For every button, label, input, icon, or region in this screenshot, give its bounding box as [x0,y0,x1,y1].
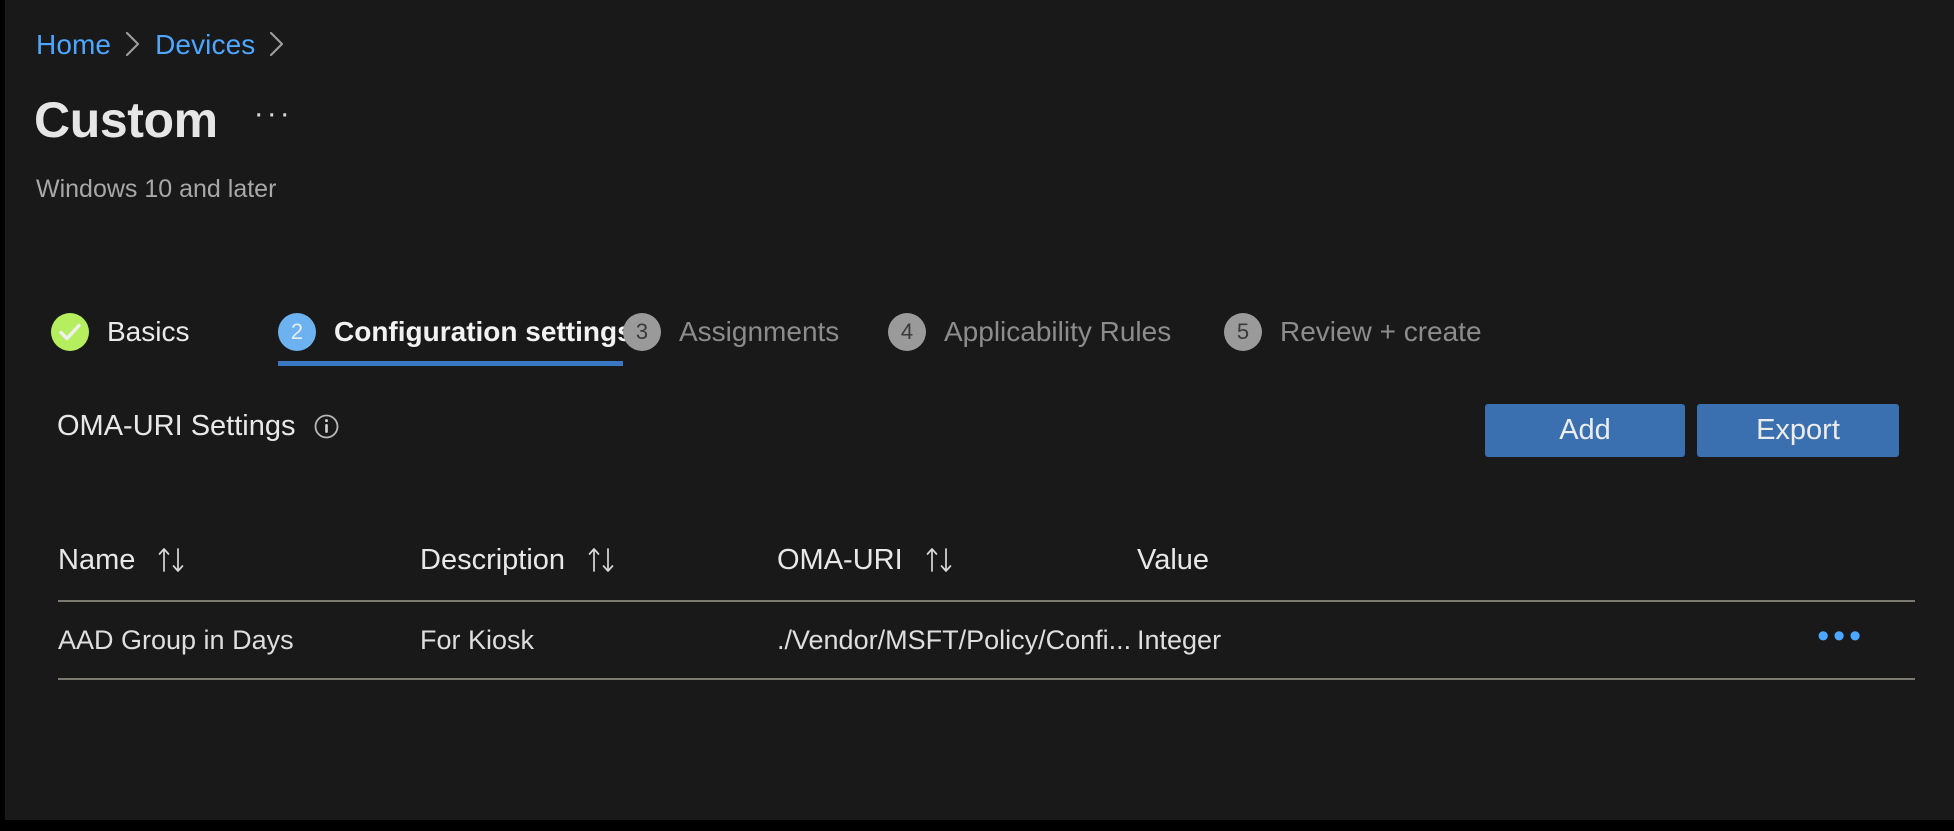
table-header-row: Name Description OMA-U [58,520,1915,602]
section-header: OMA-URI Settings [57,410,339,443]
cell-description: For Kiosk [420,625,777,656]
add-button[interactable]: Add [1485,404,1685,457]
column-header-oma-uri-label: OMA-URI [777,544,903,577]
table-toolbar: Add Export [1485,404,1899,457]
step-2-badge: 2 [278,313,316,351]
sort-updown-icon-description[interactable] [585,545,619,575]
tab-basics[interactable]: Basics [51,298,278,366]
tab-assignments[interactable]: 3 Assignments [623,298,888,366]
cell-name: AAD Group in Days [58,625,420,656]
sort-updown-icon-oma-uri[interactable] [923,545,957,575]
page-title-row: Custom ··· [34,95,293,145]
chevron-right-icon-2 [269,31,285,57]
column-header-name[interactable]: Name [58,544,420,577]
step-5-badge: 5 [1224,313,1262,351]
tab-review-create[interactable]: 5 Review + create [1224,298,1482,366]
tab-applicability-rules[interactable]: 4 Applicability Rules [888,298,1224,366]
column-header-value[interactable]: Value [1137,544,1817,577]
cell-description-text: For Kiosk [420,625,534,656]
page-title: Custom [34,95,218,145]
breadcrumb-item-home[interactable]: Home [36,29,111,61]
step-5-number: 5 [1237,321,1249,343]
export-button[interactable]: Export [1697,404,1899,457]
cell-row-actions: ••• [1817,623,1915,657]
step-3-badge: 3 [623,313,661,351]
section-title: OMA-URI Settings [57,410,296,443]
cell-name-text: AAD Group in Days [58,625,294,656]
cell-oma-uri: ./Vendor/MSFT/Policy/Confi... [777,625,1137,656]
step-4-number: 4 [901,321,913,343]
column-header-value-label: Value [1137,544,1209,577]
tab-review-create-label: Review + create [1280,316,1482,348]
info-circle-icon[interactable] [314,414,339,439]
cell-oma-uri-text: ./Vendor/MSFT/Policy/Confi... [777,625,1131,656]
oma-uri-settings-table: Name Description OMA-U [58,520,1915,680]
cell-value: Integer [1137,625,1817,656]
column-header-name-label: Name [58,544,135,577]
breadcrumb: Home Devices [36,27,299,63]
chevron-right-icon [125,31,141,57]
page-subtitle: Windows 10 and later [36,175,276,204]
tab-basics-label: Basics [107,316,189,348]
column-header-description-label: Description [420,544,565,577]
column-header-oma-uri[interactable]: OMA-URI [777,544,1137,577]
step-2-number: 2 [291,321,303,343]
tab-applicability-rules-label: Applicability Rules [944,316,1171,348]
tab-configuration-settings-label: Configuration settings [334,316,633,348]
wizard-tabs: Basics 2 Configuration settings 3 Assign… [51,298,1482,368]
column-header-description[interactable]: Description [420,544,777,577]
check-circle-icon [51,313,89,351]
breadcrumb-item-devices[interactable]: Devices [155,29,255,61]
page-more-menu-icon[interactable]: ··· [254,99,293,129]
tab-assignments-label: Assignments [679,316,839,348]
cell-value-text: Integer [1137,625,1221,656]
sort-updown-icon-name[interactable] [155,545,189,575]
step-3-number: 3 [636,321,648,343]
table-row[interactable]: AAD Group in Days For Kiosk ./Vendor/MSF… [58,602,1915,680]
row-context-menu-icon[interactable]: ••• [1817,619,1865,653]
step-4-badge: 4 [888,313,926,351]
active-tab-underline [278,361,623,366]
tab-configuration-settings[interactable]: 2 Configuration settings [278,298,623,366]
page-root: Home Devices Custom ··· Windows 10 and l… [5,0,1954,820]
